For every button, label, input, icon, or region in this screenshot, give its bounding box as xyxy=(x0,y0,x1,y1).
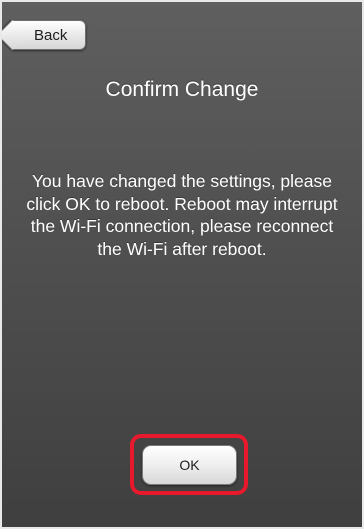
ok-button-highlight: OK xyxy=(130,434,248,495)
back-button-label: Back xyxy=(34,26,68,44)
confirm-change-screen: Back Confirm Change You have changed the… xyxy=(0,0,364,529)
ok-button[interactable]: OK xyxy=(142,445,237,485)
page-title: Confirm Change xyxy=(105,78,259,101)
back-button[interactable]: Back xyxy=(12,20,86,50)
ok-button-label: OK xyxy=(179,457,200,473)
confirmation-message: You have changed the settings, please cl… xyxy=(26,171,338,259)
